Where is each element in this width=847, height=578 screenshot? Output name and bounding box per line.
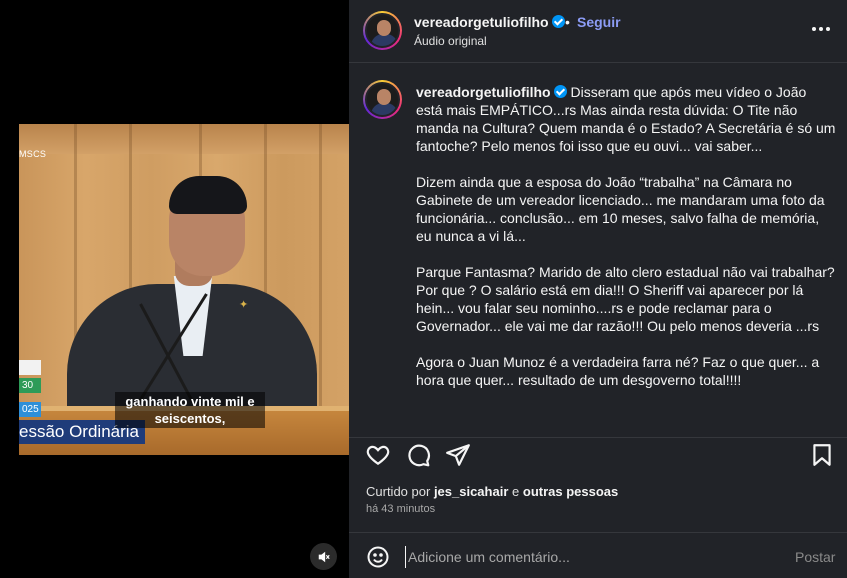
video-frame[interactable]: ✦ MSCS 30 025 essão Ordinária ganhando v…: [19, 124, 349, 455]
lower-third-number: 30: [19, 378, 41, 393]
avatar[interactable]: [363, 80, 402, 119]
avatar-suit: [371, 103, 398, 115]
lapel-pin-icon: ✦: [239, 299, 249, 311]
verified-badge-icon: [551, 15, 565, 28]
post-side-panel: vereadorgetuliofilho • Seguir Áudio orig…: [349, 0, 847, 578]
action-bar: [349, 437, 847, 473]
avatar-suit: [371, 34, 398, 46]
caption-text: vereadorgetuliofilho Disseram que após m…: [416, 83, 836, 407]
post-header: vereadorgetuliofilho • Seguir Áudio orig…: [349, 0, 847, 63]
wall-top: [19, 124, 349, 154]
video-player[interactable]: ✦ MSCS 30 025 essão Ordinária ganhando v…: [0, 0, 349, 578]
separator-dot: •: [565, 14, 570, 30]
video-subtitle: ganhando vinte mil e seiscentos,: [115, 392, 265, 428]
lower-third-number: 025: [19, 402, 41, 417]
channel-logo: MSCS: [19, 149, 47, 159]
caption-paragraph: vereadorgetuliofilho Disseram que após m…: [416, 83, 836, 155]
comment-input[interactable]: [405, 546, 775, 568]
speaker-hair: [169, 176, 247, 214]
verified-badge-icon: [553, 85, 567, 98]
avatar-image: [365, 13, 400, 48]
comment-bar: Postar: [349, 532, 847, 578]
avatar-face: [377, 89, 391, 105]
more-options-button[interactable]: [809, 22, 833, 36]
post-comment-button[interactable]: Postar: [795, 549, 835, 565]
original-audio-link[interactable]: Áudio original: [414, 34, 487, 48]
lower-third-block: [19, 360, 41, 375]
caption-paragraph: Dizem ainda que a esposa do João “trabal…: [416, 174, 825, 244]
post-timestamp[interactable]: há 43 minutos: [366, 503, 435, 515]
caption-username[interactable]: vereadorgetuliofilho: [416, 84, 551, 100]
speaker-muted-icon: [318, 551, 330, 562]
share-icon[interactable]: [445, 442, 471, 468]
username-link[interactable]: vereadorgetuliofilho: [414, 14, 549, 30]
other-likers-link[interactable]: outras pessoas: [523, 484, 618, 499]
bookmark-icon[interactable]: [809, 442, 835, 468]
comment-icon[interactable]: [405, 442, 431, 468]
avatar-face: [377, 20, 391, 36]
follow-button[interactable]: Seguir: [577, 14, 621, 30]
header-username-row: vereadorgetuliofilho: [414, 14, 565, 30]
more-horizontal-icon: [826, 27, 830, 31]
likes-prefix: Curtido por: [366, 484, 431, 499]
emoji-icon[interactable]: [366, 545, 390, 569]
caption-area: vereadorgetuliofilho Disseram que após m…: [349, 64, 847, 428]
more-horizontal-icon: [812, 27, 816, 31]
liked-by-user-link[interactable]: jes_sicahair: [434, 484, 508, 499]
caption-paragraph: Parque Fantasma? Marido de alto clero es…: [416, 264, 835, 334]
mute-button[interactable]: [310, 543, 337, 570]
likes-connector: e: [512, 484, 520, 499]
avatar[interactable]: [363, 11, 402, 50]
heart-icon[interactable]: [365, 442, 391, 468]
likes-summary: Curtido por jes_sicahair e outras pessoa…: [366, 484, 618, 499]
caption-paragraph: Agora o Juan Munoz é a verdadeira farra …: [416, 354, 820, 388]
avatar-image: [365, 82, 400, 117]
more-horizontal-icon: [819, 27, 823, 31]
